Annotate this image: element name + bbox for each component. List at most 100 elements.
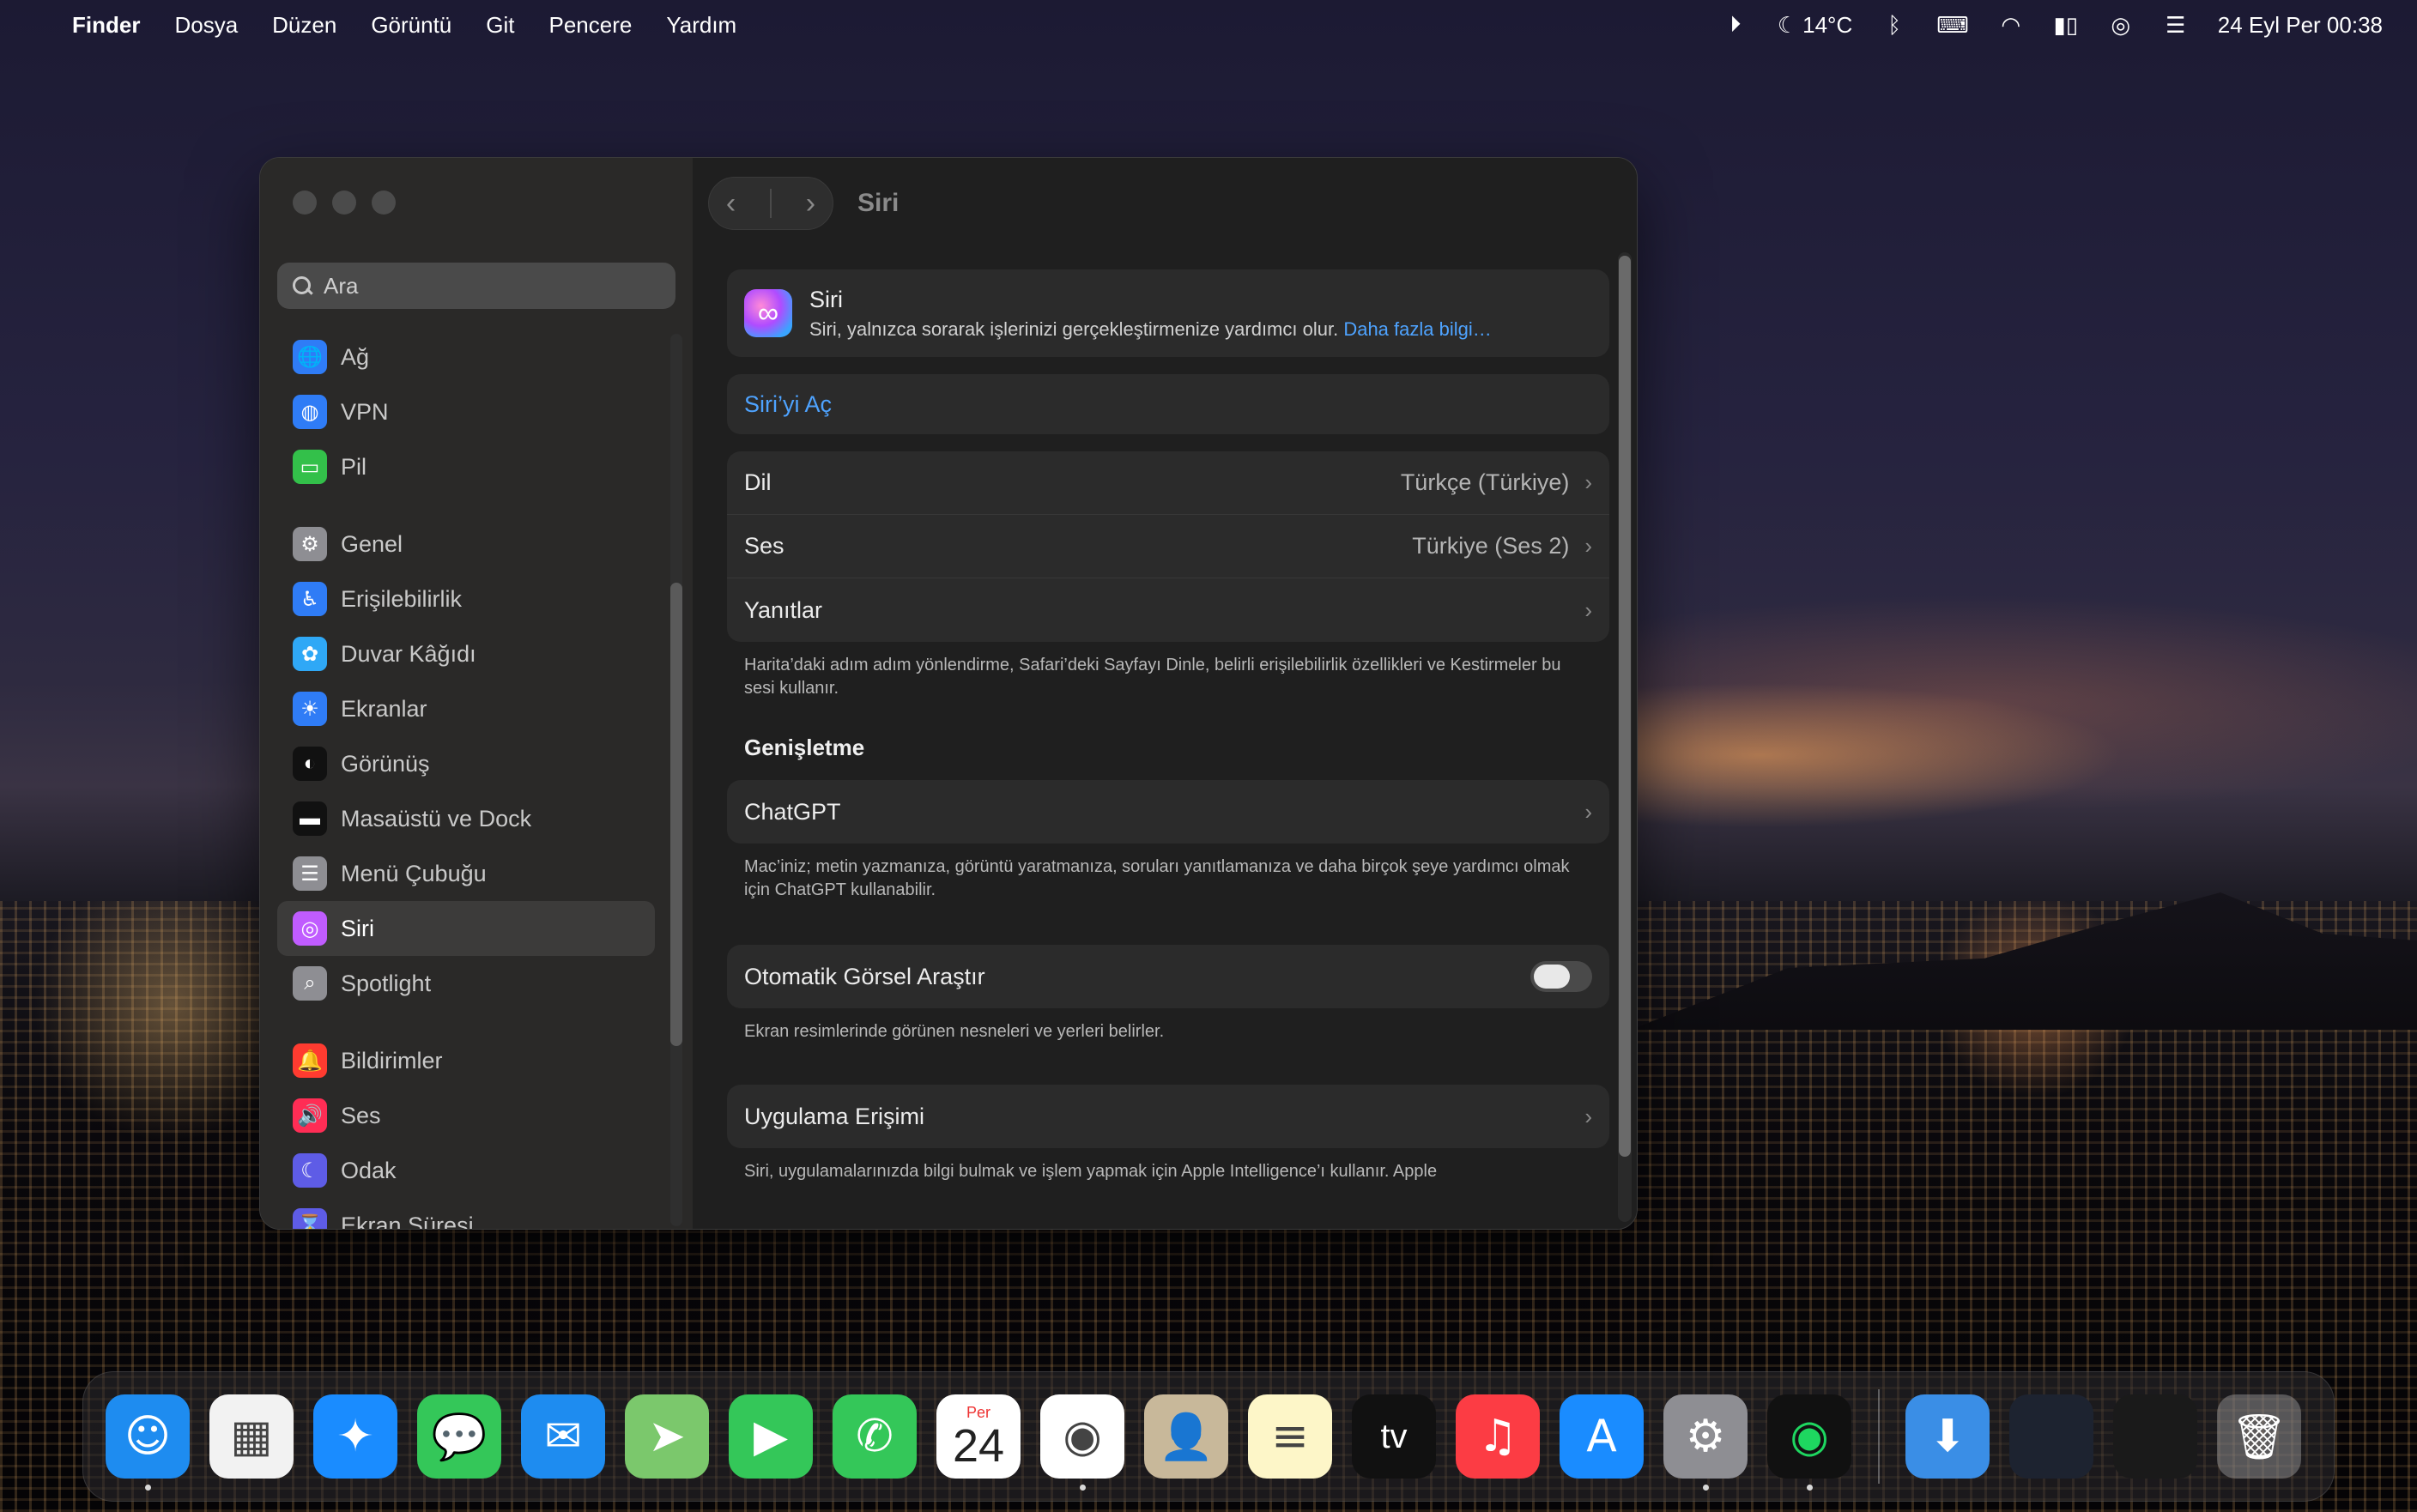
sidebar-item-speaker[interactable]: 🔊 Ses	[277, 1088, 655, 1143]
dock-contacts-icon[interactable]: 👤	[1144, 1394, 1228, 1479]
bell-icon: 🔔	[293, 1043, 327, 1078]
sidebar-item-label: Duvar Kâğıdı	[341, 640, 476, 667]
menu-file[interactable]: Dosya	[174, 12, 238, 39]
sidebar-item-label: Spotlight	[341, 970, 432, 996]
sidebar-item-menubar[interactable]: ☰ Menü Çubuğu	[277, 846, 655, 901]
weather-moon-icon[interactable]: ☾ 14°C	[1778, 12, 1852, 38]
dock: ☺ ▦ ✦ 💬 ✉ ➤ ▶ ✆ Per 24 ◉ 👤 ≡ tv ♫ A ⚙ ◉ ⬇ 🗑	[82, 1371, 2335, 1502]
sidebar-item-hourglass[interactable]: ⌛ Ekran Süresi	[277, 1198, 655, 1229]
enable-siri-card: Siri’yi Aç	[727, 374, 1609, 434]
menu-help[interactable]: Yardım	[666, 12, 736, 39]
app-access-note: Siri, uygulamalarınızda bilgi bulmak ve …	[744, 1162, 1438, 1181]
sidebar-item-globe[interactable]: 🌐 Ağ	[277, 330, 655, 384]
running-indicator	[1807, 1485, 1813, 1491]
content-scrollbar[interactable]	[1618, 252, 1632, 1222]
facetime-icon-glyph: ▶	[754, 1411, 788, 1462]
dock-appletv-icon[interactable]: tv	[1352, 1394, 1436, 1479]
siri-options-card: Dil Türkçe (Türkiye) › Ses Türkiye (Ses …	[727, 451, 1609, 642]
sidebar-item-battery[interactable]: ▭ Pil	[277, 439, 655, 494]
app-access-label: Uygulama Erişimi	[744, 1103, 925, 1129]
siri-description: Siri, yalnızca sorarak işlerinizi gerçek…	[809, 318, 1492, 341]
gear-icon: ⚙	[293, 527, 327, 561]
hourglass-icon: ⌛	[293, 1208, 327, 1229]
visual-lookup-label: Otomatik Görsel Araştır	[744, 963, 985, 989]
calendar-month: Per	[966, 1403, 990, 1421]
sidebar-scrollbar[interactable]	[670, 334, 682, 1226]
voice-row[interactable]: Ses Türkiye (Ses 2) ›	[727, 515, 1609, 578]
dock-finder-icon[interactable]: ☺	[106, 1394, 190, 1491]
dock-safari-icon[interactable]: ✦	[313, 1394, 397, 1479]
menu-view[interactable]: Görüntü	[371, 12, 451, 39]
dock-messages-icon[interactable]: 💬	[417, 1394, 501, 1479]
running-indicator	[1080, 1485, 1086, 1491]
dock-maps-icon[interactable]: ➤	[625, 1394, 709, 1479]
visual-lookup-card: Otomatik Görsel Araştır	[727, 945, 1609, 1008]
enable-siri-button[interactable]: Siri’yi Aç	[744, 391, 832, 418]
search-input[interactable]	[324, 272, 650, 299]
dock-system-settings-icon[interactable]: ⚙	[1663, 1394, 1748, 1491]
sidebar-item-label: Ses	[341, 1102, 381, 1128]
visual-lookup-toggle[interactable]	[1530, 961, 1592, 992]
dock-chrome-icon[interactable]: ◉	[1040, 1394, 1124, 1491]
sidebar-item-moon[interactable]: ☾ Odak	[277, 1143, 655, 1198]
language-row[interactable]: Dil Türkçe (Türkiye) ›	[727, 451, 1609, 515]
battery-status-icon[interactable]: ▮▯	[2053, 12, 2079, 38]
dock-facetime-icon[interactable]: ▶	[729, 1394, 813, 1479]
forward-chevron-icon[interactable]: ›	[806, 187, 815, 221]
sidebar-item-gear[interactable]: ⚙ Genel	[277, 517, 655, 572]
globe-icon: 🌐	[293, 340, 327, 374]
dock-chrome-window-thumbnail[interactable]	[2009, 1394, 2093, 1479]
close-button[interactable]	[293, 191, 317, 215]
vpn-globe-icon: ◍	[293, 395, 327, 429]
menu-edit[interactable]: Düzen	[272, 12, 336, 39]
bluetooth-icon[interactable]: ᛒ	[1881, 12, 1907, 38]
dock-spotify-window-thumbnail[interactable]	[2113, 1394, 2197, 1479]
dock-notes-icon[interactable]: ≡	[1248, 1394, 1332, 1479]
sidebar-scroll-thumb[interactable]	[670, 583, 682, 1046]
sidebar-item-siri[interactable]: ◎ Siri	[277, 901, 655, 956]
control-center-icon[interactable]: ☰	[2163, 12, 2189, 38]
menu-go[interactable]: Git	[486, 12, 514, 39]
battery-icon: ▭	[293, 450, 327, 484]
sidebar-item-appearance[interactable]: ◐ Görünüş	[277, 736, 655, 791]
search-field[interactable]	[277, 263, 675, 309]
safari-icon-glyph: ✦	[336, 1411, 374, 1462]
dock-mail-icon[interactable]: ✉	[521, 1394, 605, 1479]
dock-launchpad-icon[interactable]: ▦	[209, 1394, 294, 1479]
voice-label: Ses	[744, 533, 784, 559]
menu-window[interactable]: Pencere	[549, 12, 633, 39]
sidebar-item-vpn-globe[interactable]: ◍ VPN	[277, 384, 655, 439]
sidebar-item-label: Görünüş	[341, 750, 430, 777]
dock-music-icon[interactable]: ♫	[1456, 1394, 1540, 1479]
menu-finder[interactable]: Finder	[72, 12, 140, 39]
nav-buttons: ‹ ›	[708, 177, 833, 230]
play-icon[interactable]: ⏵	[1723, 11, 1748, 38]
keyboard-input-icon[interactable]: ⌨	[1936, 12, 1969, 38]
trash-icon-glyph: 🗑	[2230, 1411, 2287, 1463]
back-chevron-icon[interactable]: ‹	[726, 187, 736, 221]
dock-downloads-folder-icon[interactable]: ⬇	[1905, 1394, 1990, 1479]
wifi-icon[interactable]: ◠	[1998, 12, 2024, 38]
sidebar-item-bell[interactable]: 🔔 Bildirimler	[277, 1033, 655, 1088]
dock-phone-icon[interactable]: ✆	[833, 1394, 917, 1479]
sidebar-item-wallpaper[interactable]: ✿ Duvar Kâğıdı	[277, 626, 655, 681]
menu-clock[interactable]: 24 Eyl Per 00:38	[2218, 12, 2383, 39]
sidebar-item-sun[interactable]: ☀ Ekranlar	[277, 681, 655, 736]
zoom-button[interactable]	[372, 191, 396, 215]
sidebar-item-accessibility[interactable]: ♿ Erişilebilirlik	[277, 572, 655, 626]
dock-trash-icon[interactable]: 🗑	[2217, 1394, 2301, 1479]
minimize-button[interactable]	[332, 191, 356, 215]
system-settings-icon-glyph: ⚙	[1685, 1411, 1726, 1462]
app-access-row[interactable]: Uygulama Erişimi ›	[727, 1085, 1609, 1148]
dock-spotify-icon[interactable]: ◉	[1767, 1394, 1851, 1491]
learn-more-link[interactable]: Daha fazla bilgi…	[1343, 318, 1491, 340]
sidebar-item-magnifier[interactable]: ⌕ Spotlight	[277, 956, 655, 1011]
content-scroll-thumb[interactable]	[1619, 256, 1631, 1157]
dock-calendar-icon[interactable]: Per 24	[936, 1394, 1021, 1479]
chatgpt-row[interactable]: ChatGPT ›	[727, 780, 1609, 844]
dock-appstore-icon[interactable]: A	[1560, 1394, 1644, 1479]
sidebar-item-dock[interactable]: ▬ Masaüstü ve Dock	[277, 791, 655, 846]
responses-row[interactable]: Yanıtlar ›	[727, 578, 1609, 642]
airdrop-icon[interactable]: ◎	[2108, 12, 2134, 38]
